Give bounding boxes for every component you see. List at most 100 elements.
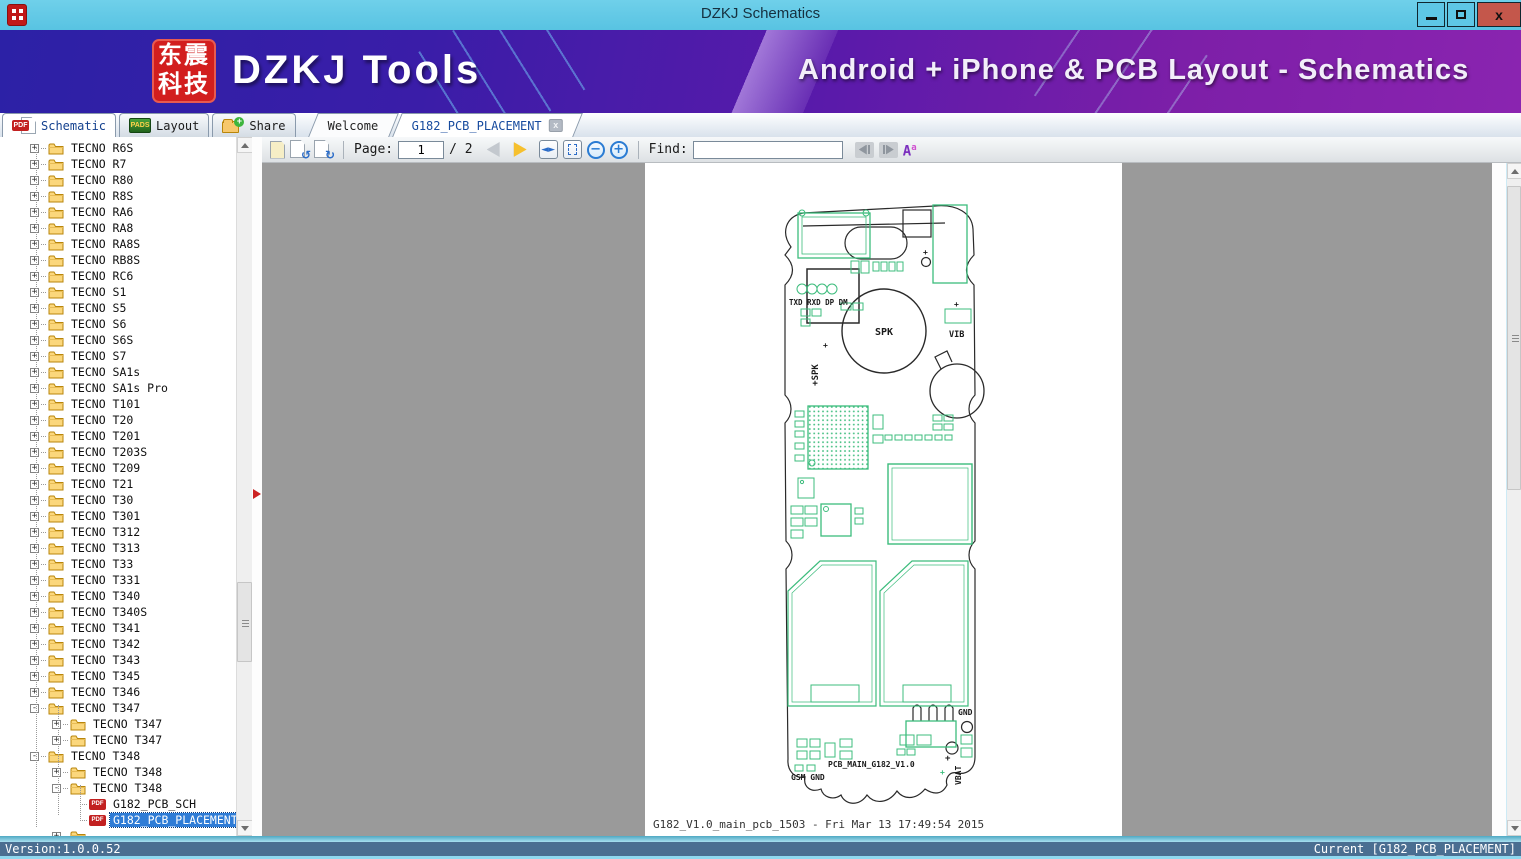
tab-label: Share	[249, 119, 285, 133]
tree-item-label: TECNO T345	[68, 669, 143, 683]
expand-toggle[interactable]: -	[52, 784, 61, 793]
find-next-button[interactable]	[879, 142, 898, 158]
expand-toggle[interactable]: +	[30, 256, 39, 265]
expand-toggle[interactable]: +	[52, 832, 61, 837]
expand-toggle[interactable]: +	[30, 240, 39, 249]
tree-item-label: TECNO S5	[68, 301, 129, 315]
expand-toggle[interactable]: -	[30, 752, 39, 761]
tree-connector	[41, 164, 46, 165]
tree-item-label: TECNO T341	[68, 621, 143, 635]
folder-icon	[48, 494, 64, 507]
expand-toggle[interactable]: +	[30, 416, 39, 425]
rotate-right-button[interactable]: ↻	[314, 140, 333, 159]
expand-toggle[interactable]: +	[30, 432, 39, 441]
expand-toggle[interactable]: +	[30, 400, 39, 409]
close-button[interactable]: x	[1477, 2, 1521, 27]
page-label: Page:	[354, 142, 393, 157]
maximize-button[interactable]	[1447, 2, 1475, 27]
viewer-scrollbar[interactable]	[1506, 163, 1521, 836]
tree-item-label: TECNO T313	[68, 541, 143, 555]
tree-item-folder[interactable]: +	[0, 828, 236, 836]
tree-item-label: TECNO T348	[90, 781, 165, 795]
expand-toggle[interactable]: +	[30, 640, 39, 649]
pdf-viewer-canvas[interactable]: TXD RXD DP DM SPK +SPK VIB GND PCB_MAIN_…	[262, 163, 1492, 836]
zoom-in-button[interactable]: +	[610, 141, 628, 159]
scrollbar-thumb[interactable]	[1507, 186, 1521, 490]
tab-schematic[interactable]: PDF Schematic	[2, 113, 116, 137]
zoom-out-button[interactable]: −	[587, 141, 605, 159]
tree-connector	[63, 788, 68, 789]
next-page-button[interactable]	[514, 142, 527, 157]
scroll-down-button[interactable]	[237, 820, 252, 836]
folder-icon	[48, 142, 64, 155]
expand-toggle[interactable]: +	[30, 480, 39, 489]
sidebar-scrollbar[interactable]	[236, 137, 252, 836]
arrow-down-icon	[1511, 826, 1519, 831]
expand-toggle[interactable]: +	[30, 592, 39, 601]
tree-connector	[41, 548, 46, 549]
pdf-file-icon: PDF	[89, 799, 106, 810]
text-size-button[interactable]: Aa	[903, 141, 917, 159]
expand-toggle[interactable]: +	[30, 368, 39, 377]
folder-icon	[48, 302, 64, 315]
expand-toggle[interactable]: +	[52, 720, 61, 729]
panel-splitter[interactable]	[252, 137, 262, 836]
scroll-up-button[interactable]	[237, 137, 252, 153]
expand-toggle[interactable]: +	[30, 624, 39, 633]
expand-toggle[interactable]: +	[30, 448, 39, 457]
expand-toggle[interactable]: +	[30, 464, 39, 473]
tree-connector	[63, 772, 68, 773]
page-number-input[interactable]	[398, 141, 444, 159]
scroll-down-button[interactable]	[1507, 820, 1521, 836]
expand-toggle[interactable]: +	[30, 320, 39, 329]
find-input[interactable]	[693, 141, 843, 159]
expand-toggle[interactable]: +	[30, 176, 39, 185]
expand-toggle[interactable]: +	[30, 528, 39, 537]
expand-toggle[interactable]: +	[52, 736, 61, 745]
doc-tab-welcome[interactable]: Welcome	[308, 113, 398, 137]
scroll-up-button[interactable]	[1507, 163, 1521, 179]
previous-page-button[interactable]	[487, 142, 500, 157]
expand-toggle[interactable]: +	[30, 384, 39, 393]
expand-toggle[interactable]: +	[30, 544, 39, 553]
scrollbar-thumb[interactable]	[237, 582, 252, 662]
fit-page-button[interactable]	[563, 140, 582, 159]
expand-toggle[interactable]: +	[30, 272, 39, 281]
expand-toggle[interactable]: +	[30, 160, 39, 169]
expand-toggle[interactable]: +	[30, 656, 39, 665]
close-tab-icon[interactable]: x	[549, 119, 563, 132]
expand-toggle[interactable]: +	[30, 304, 39, 313]
find-label: Find:	[649, 142, 688, 157]
expand-toggle[interactable]: +	[30, 352, 39, 361]
expand-toggle[interactable]: +	[30, 144, 39, 153]
pdf-page[interactable]: TXD RXD DP DM SPK +SPK VIB GND PCB_MAIN_…	[645, 163, 1122, 836]
expand-toggle[interactable]: +	[30, 512, 39, 521]
tab-layout[interactable]: PADS Layout	[119, 113, 209, 137]
expand-toggle[interactable]: +	[30, 192, 39, 201]
minimize-button[interactable]	[1417, 2, 1445, 27]
doc-tab-g182-pcb-placement[interactable]: G182_PCB_PLACEMENT x	[392, 113, 583, 137]
expand-toggle[interactable]: +	[30, 672, 39, 681]
pads-icon: PADS	[129, 118, 151, 133]
collapse-panel-icon[interactable]	[253, 489, 261, 499]
toolbar-separator	[343, 141, 344, 159]
expand-toggle[interactable]: +	[30, 496, 39, 505]
expand-toggle[interactable]: +	[30, 608, 39, 617]
expand-toggle[interactable]: +	[30, 576, 39, 585]
tab-share[interactable]: + Share	[212, 113, 295, 137]
expand-toggle[interactable]: +	[30, 288, 39, 297]
tree-item-label: TECNO T342	[68, 637, 143, 651]
expand-toggle[interactable]: +	[30, 224, 39, 233]
expand-toggle[interactable]: +	[30, 688, 39, 697]
rotate-left-button[interactable]: ↺	[290, 140, 309, 159]
tree-item-label: TECNO T348	[90, 765, 165, 779]
fit-width-button[interactable]: ◄►	[539, 140, 558, 159]
expand-toggle[interactable]: -	[30, 704, 39, 713]
tree-item-label: TECNO T346	[68, 685, 143, 699]
expand-toggle[interactable]: +	[30, 560, 39, 569]
expand-toggle[interactable]: +	[30, 208, 39, 217]
find-previous-button[interactable]	[855, 142, 874, 158]
expand-toggle[interactable]: +	[52, 768, 61, 777]
copy-page-icon[interactable]	[270, 141, 285, 159]
expand-toggle[interactable]: +	[30, 336, 39, 345]
